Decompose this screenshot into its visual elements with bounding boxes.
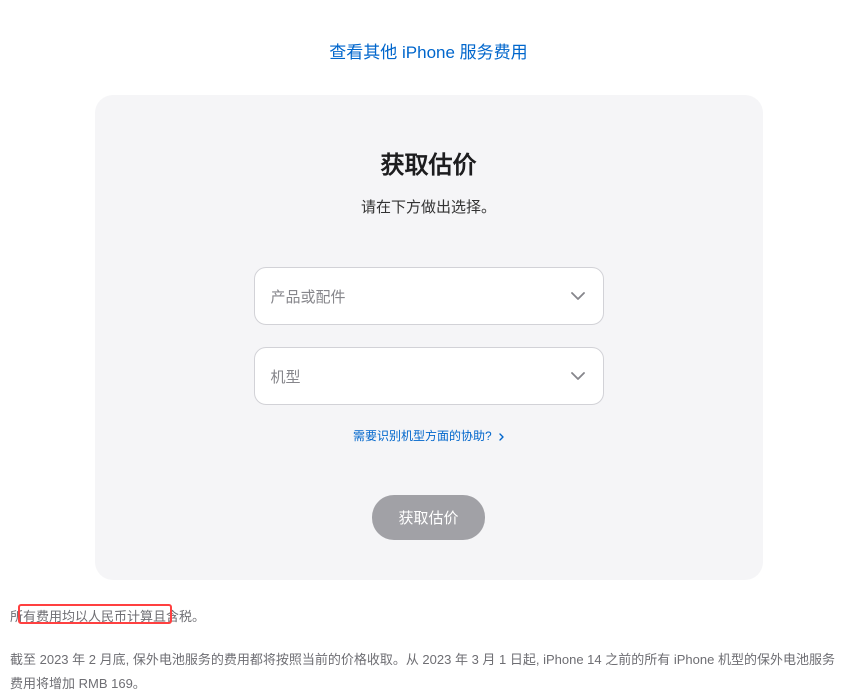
- footer-line-1: 所有费用均以人民币计算且含税。: [10, 605, 847, 630]
- chevron-down-icon: [571, 292, 585, 300]
- estimate-card: 获取估价 请在下方做出选择。 产品或配件 机型 需要识别机型方面的协助? 获取估…: [95, 95, 763, 580]
- footer-text: 所有费用均以人民币计算且含税。 截至 2023 年 2 月底, 保外电池服务的费…: [10, 605, 847, 697]
- product-select[interactable]: 产品或配件: [254, 267, 604, 325]
- top-link-container: 查看其他 iPhone 服务费用: [0, 0, 857, 83]
- identify-model-help-link[interactable]: 需要识别机型方面的协助?: [353, 429, 504, 443]
- other-services-link[interactable]: 查看其他 iPhone 服务费用: [329, 43, 527, 62]
- card-title: 获取估价: [135, 145, 723, 180]
- chevron-right-icon: [499, 430, 504, 444]
- model-select-placeholder: 机型: [271, 366, 301, 387]
- chevron-down-icon: [571, 372, 585, 380]
- footer-line-2: 截至 2023 年 2 月底, 保外电池服务的费用都将按照当前的价格收取。从 2…: [10, 648, 847, 697]
- help-link-label: 需要识别机型方面的协助?: [353, 429, 492, 443]
- help-link-container: 需要识别机型方面的协助?: [135, 427, 723, 445]
- get-estimate-button[interactable]: 获取估价: [372, 495, 484, 540]
- product-select-placeholder: 产品或配件: [271, 286, 346, 307]
- card-subtitle: 请在下方做出选择。: [135, 196, 723, 217]
- model-select[interactable]: 机型: [254, 347, 604, 405]
- product-select-wrapper: 产品或配件: [254, 267, 604, 325]
- model-select-wrapper: 机型: [254, 347, 604, 405]
